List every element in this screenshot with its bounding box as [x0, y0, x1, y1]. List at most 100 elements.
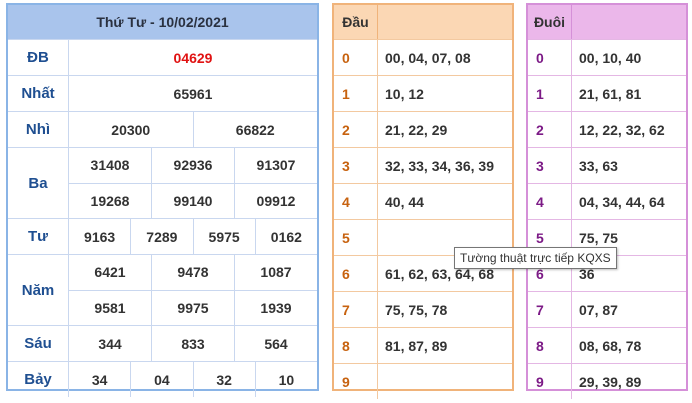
dau-row: 0 00, 04, 07, 08 — [334, 39, 512, 75]
prize-row: Nhất 65961 — [8, 75, 317, 111]
prize-number: 9581 — [94, 299, 126, 316]
duoi-row: 4 04, 34, 44, 64 — [528, 183, 686, 219]
dau-digit: 6 — [334, 256, 378, 291]
dau-digit: 1 — [334, 76, 378, 111]
prize-number: 10 — [254, 362, 317, 397]
duoi-row: 9 29, 39, 89 — [528, 363, 686, 399]
dau-values: 21, 22, 29 — [385, 121, 448, 138]
prize-label: Sáu — [8, 326, 69, 361]
dau-row: 2 21, 22, 29 — [334, 111, 512, 147]
duoi-digit: 1 — [528, 76, 572, 111]
dau-digit: 4 — [334, 184, 378, 219]
prize-row: Bảy 34 04 32 10 — [8, 361, 317, 397]
dau-values — [378, 364, 512, 399]
prize-number: 19268 — [90, 192, 130, 209]
duoi-digit: 9 — [528, 364, 572, 399]
duoi-digit: 0 — [528, 40, 572, 75]
prize-label: ĐB — [8, 40, 69, 75]
prize-number: 66822 — [192, 112, 318, 147]
prize-number: 91307 — [234, 148, 317, 183]
prize-number: 09912 — [234, 183, 317, 218]
duoi-values: 12, 22, 32, 62 — [579, 121, 665, 138]
prize-number: 9975 — [151, 290, 234, 325]
dau-digit: 8 — [334, 328, 378, 363]
dau-values: 81, 87, 89 — [385, 337, 448, 354]
duoi-values: 21, 61, 81 — [579, 85, 642, 102]
dau-values: 10, 12 — [385, 85, 424, 102]
prize-number: 564 — [234, 326, 317, 361]
duoi-digit: 3 — [528, 148, 572, 183]
prize-row: Sáu 344 833 564 — [8, 325, 317, 361]
dau-row: 7 75, 75, 78 — [334, 291, 512, 327]
duoi-digit: 8 — [528, 328, 572, 363]
duoi-values: 08, 68, 78 — [579, 337, 642, 354]
duoi-digit: 4 — [528, 184, 572, 219]
duoi-table: Đuôi 0 00, 10, 40 1 21, 61, 81 2 12, 22, 32, … — [526, 3, 688, 399]
duoi-values: 29, 39, 89 — [579, 373, 642, 390]
duoi-header: Đuôi — [528, 5, 686, 39]
dau-digit: 3 — [334, 148, 378, 183]
duoi-rows: 0 00, 10, 40 1 21, 61, 81 2 12, 22, 32, 62 3 33… — [528, 39, 686, 399]
dau-digit: 0 — [334, 40, 378, 75]
prize-number: 9478 — [151, 255, 234, 290]
dau-values: 75, 75, 78 — [385, 301, 448, 318]
prize-number: 31408 — [90, 157, 130, 174]
duoi-row: 7 07, 87 — [528, 291, 686, 327]
prize-number: 9163 — [84, 228, 116, 245]
duoi-values: 07, 87 — [579, 301, 618, 318]
prize-row: Nhì 20300 66822 — [8, 111, 317, 147]
dau-row: 4 40, 44 — [334, 183, 512, 219]
duoi-row: 2 12, 22, 32, 62 — [528, 111, 686, 147]
duoi-values: 00, 10, 40 — [579, 49, 642, 66]
prize-number: 32 — [192, 362, 255, 397]
duoi-values: 33, 63 — [579, 157, 618, 174]
prize-number: 65961 — [173, 85, 213, 102]
dau-values: 00, 04, 07, 08 — [385, 49, 471, 66]
duoi-row: 3 33, 63 — [528, 147, 686, 183]
prize-label: Nhì — [8, 112, 69, 147]
dau-row: 9 — [334, 363, 512, 399]
prize-rows: ĐB 04629 Nhất 65961 Nhì 20300 66822 Ba 31408 9293… — [8, 39, 317, 397]
dau-row: 3 32, 33, 34, 36, 39 — [334, 147, 512, 183]
duoi-values: 04, 34, 44, 64 — [579, 193, 665, 210]
prize-number: 5975 — [192, 219, 255, 254]
results-title: Thứ Tư - 10/02/2021 — [8, 5, 317, 39]
dau-values: 40, 44 — [385, 193, 424, 210]
results-table: Thứ Tư - 10/02/2021 ĐB 04629 Nhất 65961 Nhì 2… — [6, 3, 319, 397]
dau-digit: 9 — [334, 364, 378, 399]
prize-number: 0162 — [254, 219, 317, 254]
dau-row: 8 81, 87, 89 — [334, 327, 512, 363]
prize-number: 1939 — [234, 290, 317, 325]
dau-header: Đầu — [334, 5, 512, 39]
dau-digit: 2 — [334, 112, 378, 147]
prize-row: Tư 9163 7289 5975 0162 — [8, 218, 317, 254]
prize-number: 6421 — [94, 264, 126, 281]
duoi-header-label: Đuôi — [528, 5, 572, 39]
dau-digit: 5 — [334, 220, 378, 255]
prize-number: 04 — [130, 362, 192, 397]
duoi-digit: 7 — [528, 292, 572, 327]
prize-number: 833 — [151, 326, 234, 361]
dau-table: Đầu 0 00, 04, 07, 08 1 10, 12 2 21, 22, 29 3 32… — [332, 3, 514, 399]
live-results-tooltip: Tường thuật trực tiếp KQXS — [454, 247, 617, 269]
duoi-row: 1 21, 61, 81 — [528, 75, 686, 111]
prize-number: 20300 — [111, 121, 151, 138]
prize-label: Ba — [8, 148, 69, 218]
prize-label: Nhất — [8, 76, 69, 111]
prize-row: Ba 31408 92936 91307 19268 99140 09912 — [8, 147, 317, 218]
dau-row: 1 10, 12 — [334, 75, 512, 111]
prize-number: 344 — [98, 335, 122, 352]
prize-number: 99140 — [151, 183, 234, 218]
prize-number: 7289 — [130, 219, 192, 254]
prize-number: 92936 — [151, 148, 234, 183]
dau-digit: 7 — [334, 292, 378, 327]
prize-label: Tư — [8, 219, 69, 254]
prize-row: ĐB 04629 — [8, 39, 317, 75]
dau-values: 32, 33, 34, 36, 39 — [385, 157, 494, 174]
prize-number: 34 — [91, 371, 108, 388]
prize-number: 04629 — [173, 49, 213, 66]
duoi-row: 0 00, 10, 40 — [528, 39, 686, 75]
dau-header-label: Đầu — [334, 5, 378, 39]
prize-label: Bảy — [8, 362, 69, 397]
duoi-row: 8 08, 68, 78 — [528, 327, 686, 363]
